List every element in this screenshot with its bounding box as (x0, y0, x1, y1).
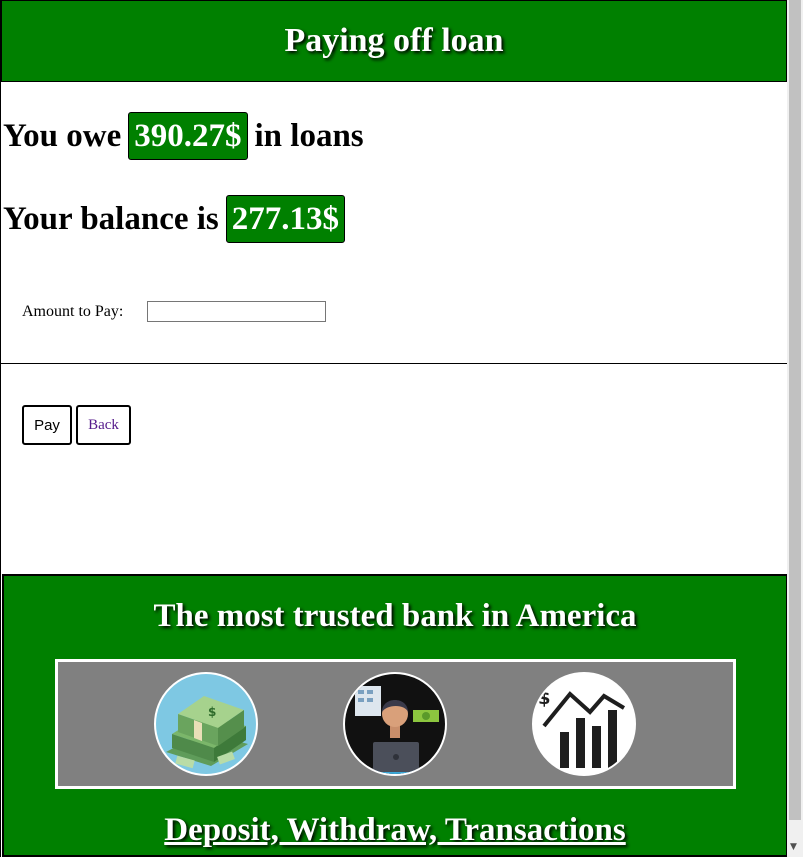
owe-prefix: You owe (3, 117, 122, 154)
scrollbar-thumb[interactable] (789, 0, 801, 820)
loan-owed-line: You owe 390.27$ in loans (3, 112, 364, 160)
owe-suffix: in loans (254, 117, 364, 154)
svg-text:$: $ (208, 705, 216, 719)
back-button[interactable]: Back (76, 405, 131, 445)
pay-button[interactable]: Pay (22, 405, 72, 445)
icon-panel: $ $ (55, 659, 736, 789)
vertical-scrollbar[interactable]: ▼ (787, 0, 803, 857)
amount-input[interactable] (147, 301, 327, 322)
page: Paying off loan You owe 390.27$ in loans… (0, 0, 788, 857)
balance-amount-badge: 277.13$ (225, 195, 346, 243)
amount-row: Amount to Pay: (22, 301, 327, 322)
owed-amount-badge: 390.27$ (128, 112, 248, 160)
money-stack-icon: $ (154, 672, 258, 776)
divider (1, 363, 787, 364)
balance-line: Your balance is 277.13$ (3, 195, 352, 243)
page-header: Paying off loan (1, 0, 787, 82)
page-title: Paying off loan (284, 22, 504, 59)
balance-prefix: Your balance is (3, 200, 219, 237)
amount-label: Amount to Pay: (22, 302, 124, 320)
svg-text:$: $ (538, 688, 551, 709)
footer-links: Deposit, Withdraw, Transactions (4, 812, 786, 849)
scroll-down-arrow-icon[interactable]: ▼ (790, 842, 797, 852)
footer: The most trusted bank in America $ $ Dep… (2, 574, 788, 857)
stock-chart-icon: $ (532, 672, 636, 776)
deposit-withdraw-transactions-link[interactable]: Deposit, Withdraw, Transactions (164, 812, 625, 848)
footer-title: The most trusted bank in America (153, 598, 637, 634)
banker-laptop-icon (343, 672, 447, 776)
